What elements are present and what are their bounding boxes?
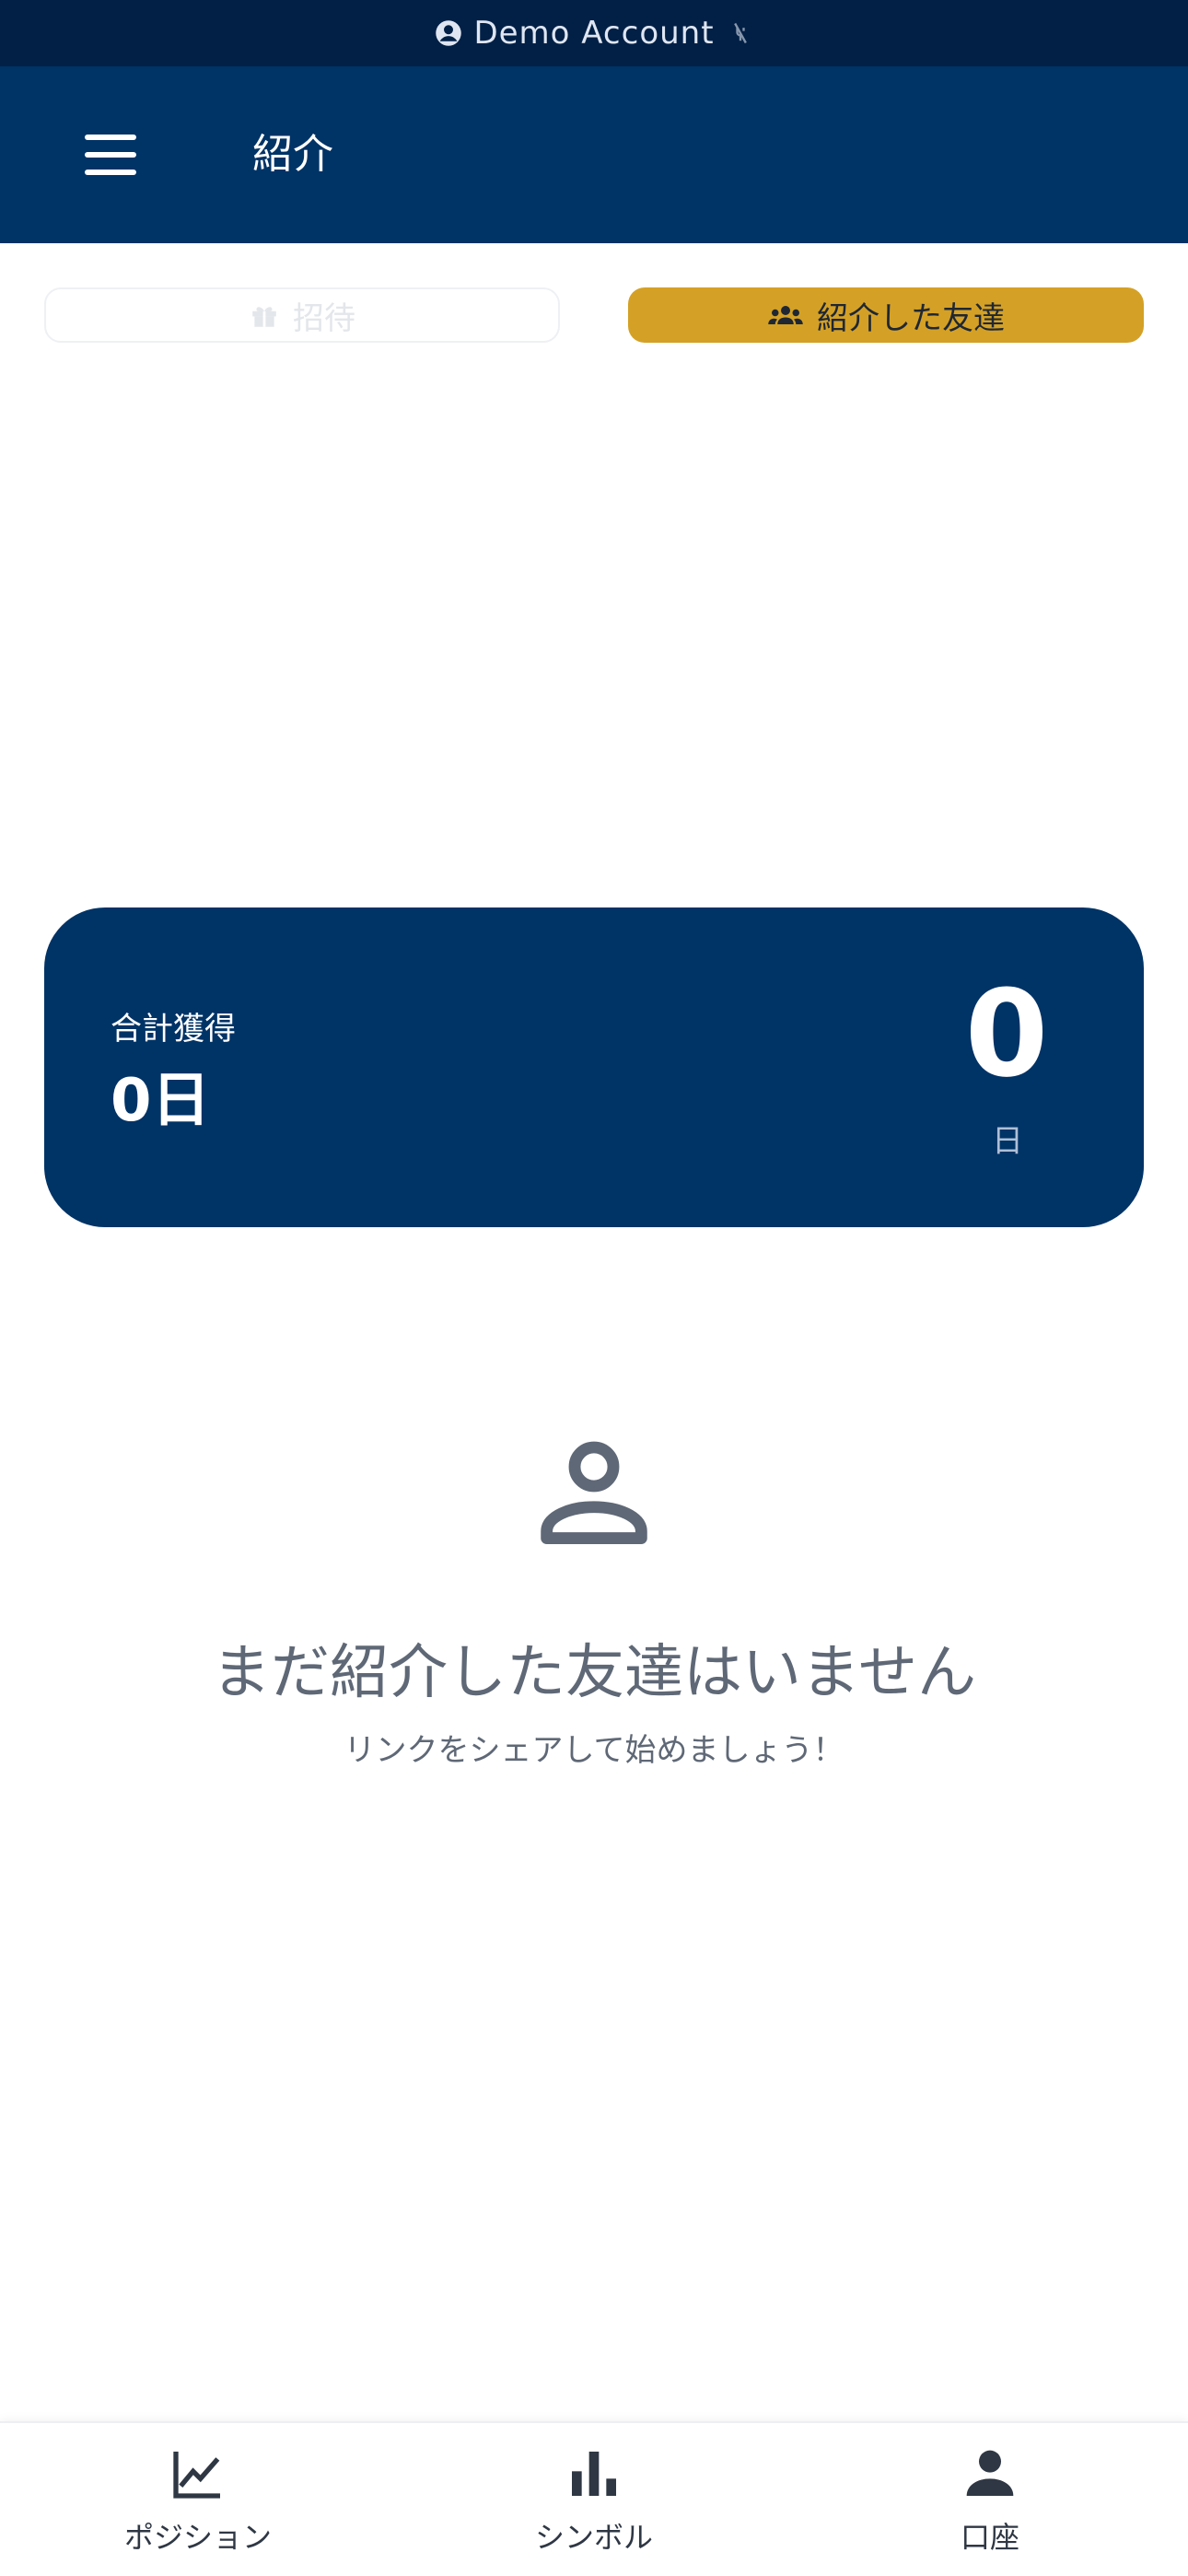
account-circle-icon (435, 19, 462, 47)
page-title: 紹介 (252, 131, 333, 178)
demo-account-label: Demo Account (473, 15, 715, 52)
disconnected-plug-icon (728, 20, 753, 46)
bar-chart-icon (565, 2444, 623, 2503)
bottom-navigation: ポジション シンボル 口座 (0, 2421, 1188, 2576)
account-icon (961, 2444, 1019, 2503)
gift-icon (249, 299, 280, 331)
nav-symbols-label: シンボル (534, 2520, 653, 2555)
referral-screen: Demo Account 紹介 招待 紹介した友達 合計獲得 0日 0 日 まだ… (0, 0, 1188, 2576)
nav-positions-label: ポジション (123, 2520, 272, 2555)
empty-state-title: まだ紹介した友達はいません (211, 1639, 977, 1707)
demo-account-bar: Demo Account (0, 0, 1188, 66)
nav-account[interactable]: 口座 (792, 2423, 1188, 2576)
tab-referred-friends-label: 紹介した友達 (817, 299, 1005, 337)
nav-positions[interactable]: ポジション (0, 2423, 396, 2576)
total-earnings-label: 合計獲得 (111, 1011, 236, 1048)
total-earnings-value: 0日 (111, 1067, 211, 1135)
empty-state-subtitle: リンクをシェアして始めましょう！ (344, 1732, 844, 1769)
total-days-number: 0 (964, 964, 1049, 1104)
line-chart-icon (169, 2444, 227, 2503)
nav-symbols[interactable]: シンボル (396, 2423, 792, 2576)
users-icon (767, 301, 804, 329)
total-days-unit: 日 (992, 1123, 1023, 1160)
total-earnings-card: 合計獲得 0日 0 日 (44, 907, 1144, 1227)
app-header: 紹介 (0, 66, 1188, 243)
hamburger-menu-icon[interactable] (85, 135, 136, 175)
tab-referred-friends[interactable]: 紹介した友達 (628, 287, 1144, 343)
tab-invite-label: 招待 (293, 299, 355, 337)
nav-account-label: 口座 (960, 2520, 1019, 2555)
user-icon (530, 1428, 658, 1557)
tab-invite[interactable]: 招待 (44, 287, 560, 343)
